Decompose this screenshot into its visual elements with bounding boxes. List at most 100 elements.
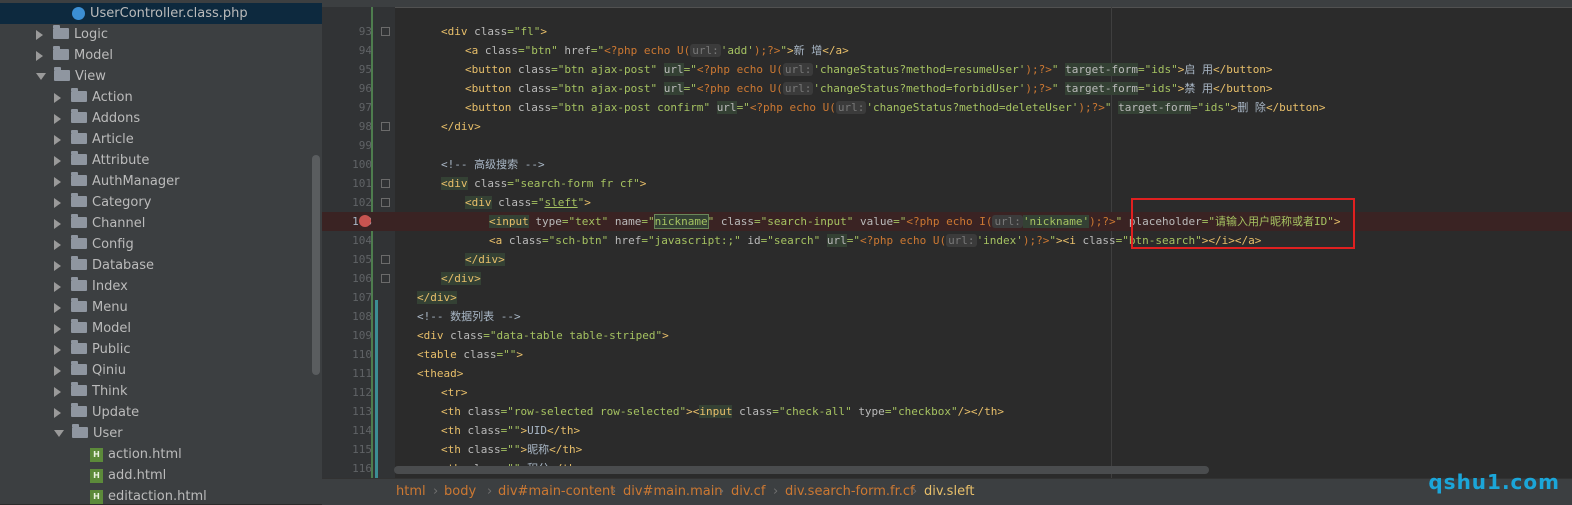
breadcrumb-item[interactable]: div#main-content — [498, 479, 615, 505]
chevron-right-icon[interactable] — [54, 260, 61, 271]
tree-scrollbar[interactable] — [312, 155, 320, 375]
chevron-right-icon[interactable] — [54, 323, 61, 334]
chevron-down-icon[interactable] — [36, 73, 46, 80]
tree-folder-label: Model — [92, 321, 132, 336]
chevron-right-icon[interactable] — [54, 407, 61, 418]
chevron-right-icon[interactable] — [54, 386, 61, 397]
tree-folder-user[interactable]: User — [54, 423, 123, 444]
chevron-right-icon[interactable] — [54, 113, 61, 124]
chevron-right-icon[interactable] — [54, 176, 61, 187]
line-number: 94 — [358, 44, 372, 57]
code-line[interactable]: 113 <th class="row-selected row-selected… — [322, 402, 1572, 421]
code-line[interactable]: 112 <tr> — [322, 383, 1572, 402]
tree-file-add-html[interactable]: Hadd.html — [90, 465, 166, 486]
code-line[interactable]: 99 — [322, 136, 1572, 155]
fold-icon[interactable] — [381, 198, 390, 207]
breadcrumb-item-current[interactable]: div.sleft — [924, 479, 975, 505]
tree-folder-model-view[interactable]: Model — [54, 318, 131, 339]
tree-folder-config[interactable]: Config — [54, 234, 134, 255]
tree-folder-menu[interactable]: Menu — [54, 297, 128, 318]
chevron-right-icon[interactable] — [54, 365, 61, 376]
tree-folder-article[interactable]: Article — [54, 129, 134, 150]
fold-icon[interactable] — [381, 27, 390, 36]
tree-folder-update[interactable]: Update — [54, 402, 139, 423]
chevron-right-icon[interactable] — [54, 302, 61, 313]
tree-file-usercontroller[interactable]: UserController.class.php — [72, 3, 248, 24]
tree-folder-authmanager[interactable]: AuthManager — [54, 171, 179, 192]
tree-folder-channel[interactable]: Channel — [54, 213, 145, 234]
code-line[interactable]: 95 <button class="btn ajax-post" url="<?… — [322, 60, 1572, 79]
breadcrumb-item[interactable]: body — [444, 479, 476, 505]
tree-folder-qiniu[interactable]: Qiniu — [54, 360, 126, 381]
code-line[interactable]: 98 </div> — [322, 117, 1572, 136]
code-text: <tr> — [441, 386, 468, 399]
code-line[interactable]: 96 <button class="btn ajax-post" url="<?… — [322, 79, 1572, 98]
chevron-right-icon[interactable] — [54, 197, 61, 208]
breadcrumb-item[interactable]: div.search-form.fr.cf — [785, 479, 915, 505]
breadcrumb-item[interactable]: div#main.main — [623, 479, 723, 505]
chevron-right-icon[interactable] — [54, 281, 61, 292]
tree-folder-action[interactable]: Action — [54, 87, 133, 108]
code-line[interactable]: 97 <button class="btn ajax-post confirm"… — [322, 98, 1572, 117]
breakpoint-icon[interactable] — [359, 215, 371, 227]
tree-folder-label: Category — [92, 195, 152, 210]
code-text: <th class="row-selected row-selected"><i… — [441, 405, 1005, 418]
breadcrumb-item[interactable]: html — [396, 479, 426, 505]
code-editor[interactable]: 93 <div class="fl"> 94 <a class="btn" hr… — [322, 0, 1572, 478]
fold-icon[interactable] — [381, 179, 390, 188]
code-text: <a class="btn" href="<?php echo U(url:'a… — [465, 44, 849, 57]
tree-folder-public[interactable]: Public — [54, 339, 130, 360]
line-number: 106 — [352, 272, 372, 285]
tree-folder-addons[interactable]: Addons — [54, 108, 140, 129]
red-annotation-box — [1131, 198, 1355, 249]
tree-file-label: UserController.class.php — [90, 6, 248, 21]
tree-file-action-html[interactable]: Haction.html — [90, 444, 182, 465]
code-line[interactable]: 114 <th class="">UID</th> — [322, 421, 1572, 440]
fold-icon[interactable] — [381, 122, 390, 131]
tree-folder-index[interactable]: Index — [54, 276, 128, 297]
tree-folder-category[interactable]: Category — [54, 192, 151, 213]
tree-folder-model[interactable]: Model — [36, 45, 113, 66]
tree-folder-label: Think — [92, 384, 128, 399]
code-line[interactable]: 105 </div> — [322, 250, 1572, 269]
code-line[interactable]: 101 <div class="search-form fr cf"> — [322, 174, 1572, 193]
tree-folder-think[interactable]: Think — [54, 381, 128, 402]
code-line[interactable]: 106 </div> — [322, 269, 1572, 288]
code-line[interactable]: 94 <a class="btn" href="<?php echo U(url… — [322, 41, 1572, 60]
tree-folder-attribute[interactable]: Attribute — [54, 150, 149, 171]
chevron-right-icon[interactable] — [54, 155, 61, 166]
code-line[interactable]: 107 </div> — [322, 288, 1572, 307]
chevron-right-icon[interactable] — [54, 218, 61, 229]
chevron-right-icon[interactable] — [54, 134, 61, 145]
line-number: 112 — [352, 386, 372, 399]
fold-icon[interactable] — [381, 255, 390, 264]
code-line[interactable]: 100 <!-- 高级搜索 --> — [322, 155, 1572, 174]
breadcrumb-item[interactable]: div.cf — [731, 479, 765, 505]
code-line[interactable]: 115 <th class="">昵称</th> — [322, 440, 1572, 459]
code-line[interactable]: 108 <!-- 数据列表 --> — [322, 307, 1572, 326]
project-tree[interactable]: UserController.class.php Logic Model Vie… — [0, 0, 322, 504]
tree-folder-logic[interactable]: Logic — [36, 24, 108, 45]
tree-folder-database[interactable]: Database — [54, 255, 154, 276]
chevron-right-icon[interactable] — [54, 344, 61, 355]
horizontal-scrollbar[interactable] — [394, 466, 1209, 474]
chevron-down-icon[interactable] — [54, 430, 64, 437]
chevron-right-icon[interactable] — [54, 92, 61, 103]
tree-file-editaction-html[interactable]: Heditaction.html — [90, 486, 207, 504]
code-line[interactable]: 102 <div class="sleft"> — [322, 193, 1572, 212]
line-number: 98 — [358, 120, 372, 133]
code-line[interactable]: 104 <a class="sch-btn" href="javascript:… — [322, 231, 1572, 250]
code-line[interactable]: 111 <thead> — [322, 364, 1572, 383]
folder-icon — [71, 319, 87, 333]
code-line[interactable]: 109 <div class="data-table table-striped… — [322, 326, 1572, 345]
chevron-right-icon[interactable] — [36, 29, 43, 40]
code-line[interactable]: 110 <table class=""> — [322, 345, 1572, 364]
code-line-breakpoint[interactable]: 103 <input type="text" name="nickname" c… — [322, 212, 1572, 231]
tree-folder-label: Action — [92, 90, 133, 105]
chevron-right-icon[interactable] — [36, 50, 43, 61]
chevron-right-icon[interactable] — [54, 239, 61, 250]
code-line[interactable]: 93 <div class="fl"> — [322, 22, 1572, 41]
tree-folder-view[interactable]: View — [36, 66, 106, 87]
line-number: 95 — [358, 63, 372, 76]
fold-icon[interactable] — [381, 274, 390, 283]
